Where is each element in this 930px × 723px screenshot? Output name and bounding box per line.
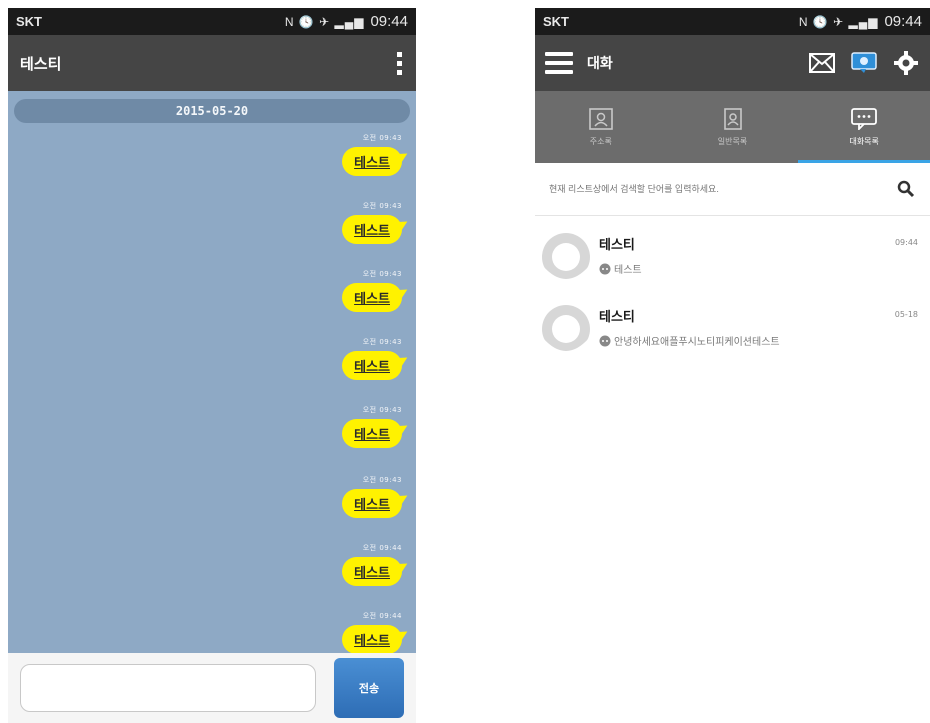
avatar [542, 305, 590, 354]
message-bubble-icon [599, 263, 611, 274]
message-time: 오전 09:43 [362, 406, 402, 414]
tab-label: 주소록 [589, 136, 612, 146]
message-time: 오전 09:43 [362, 338, 402, 346]
conversation-name: 테스티 [599, 310, 635, 325]
app-bar: 대화 [535, 35, 930, 91]
overflow-menu-icon[interactable] [394, 51, 404, 75]
contact-card-icon [723, 107, 742, 130]
conversation-preview: 안녕하세요애플푸시노티피케이션테스트 [614, 337, 780, 348]
conversation-preview: 테스트 [614, 265, 642, 276]
avatar [542, 233, 590, 282]
message-time: 오전 09:43 [362, 134, 402, 142]
conversation-item[interactable]: 테스티 테스트 09:44 [535, 224, 930, 296]
message-item: 오전 09:44 테스트 [332, 611, 402, 653]
date-divider: 2015-05-20 [14, 99, 410, 123]
message-time: 오전 09:44 [362, 544, 402, 552]
search-icon[interactable] [894, 177, 918, 201]
message-bubble[interactable]: 테스트 [342, 215, 402, 244]
message-input[interactable] [20, 664, 316, 712]
message-list[interactable]: 2015-05-20 오전 09:43 테스트 오전 09:43 테스트 오전 … [8, 91, 416, 653]
tab-general-list[interactable]: 일반목록 [667, 91, 799, 163]
message-time: 오전 09:44 [362, 612, 402, 620]
conversation-list: 테스티 테스트 09:44 테스티 안녕하세요애플푸시노티피케이션테스트 05-… [535, 224, 930, 368]
message-bubble[interactable]: 테스트 [342, 489, 402, 518]
chat-header: 테스티 [8, 35, 416, 91]
speech-bubble-icon [851, 107, 878, 130]
message-item: 오전 09:43 테스트 [332, 475, 402, 518]
conversation-item[interactable]: 테스티 안녕하세요애플푸시노티피케이션테스트 05-18 [535, 296, 930, 368]
contact-book-icon [589, 107, 613, 130]
message-bubble[interactable]: 테스트 [342, 283, 402, 312]
message-bubble[interactable]: 테스트 [342, 351, 402, 380]
mail-icon[interactable] [808, 51, 836, 75]
message-bubble[interactable]: 테스트 [342, 147, 402, 176]
message-bubble[interactable]: 테스트 [342, 419, 402, 448]
message-bubble[interactable]: 테스트 [342, 625, 402, 653]
conversation-time: 05-18 [894, 310, 918, 319]
status-bar: SKT N 🕓 ✈ ▂▄▆ 09:44 [8, 8, 416, 35]
send-button[interactable]: 전송 [334, 658, 404, 718]
message-item: 오전 09:43 테스트 [332, 269, 402, 312]
message-item: 오전 09:43 테스트 [332, 133, 402, 176]
status-icons: N 🕓 ✈ ▂▄▆ [798, 14, 879, 29]
message-item: 오전 09:43 테스트 [332, 337, 402, 380]
tab-bar: 주소록 일반목록 대화목록 [535, 91, 930, 163]
clock: 09:44 [370, 13, 408, 30]
carrier-label: SKT [16, 14, 42, 29]
tab-conversations[interactable]: 대화목록 [798, 91, 930, 163]
gear-icon[interactable] [892, 51, 920, 75]
message-time: 오전 09:43 [362, 476, 402, 484]
message-item: 오전 09:43 테스트 [332, 201, 402, 244]
message-time: 오전 09:43 [362, 270, 402, 278]
conversation-name: 테스티 [599, 238, 635, 253]
hamburger-menu-icon[interactable] [545, 52, 573, 74]
conversation-list-screen: SKT N 🕓 ✈ ▂▄▆ 09:44 대화 주소록 일반목록 대화목록 현재 … [535, 8, 930, 723]
chat-title: 테스티 [20, 54, 62, 73]
tab-label: 대화목록 [849, 136, 879, 146]
chat-screen: SKT N 🕓 ✈ ▂▄▆ 09:44 테스티 2015-05-20 오전 09… [8, 8, 416, 723]
tab-label: 일반목록 [717, 136, 748, 146]
message-item: 오전 09:44 테스트 [332, 543, 402, 586]
message-bubble-icon [599, 335, 611, 346]
status-icons: N 🕓 ✈ ▂▄▆ [284, 14, 365, 29]
page-title: 대화 [587, 56, 613, 72]
clock: 09:44 [884, 13, 922, 30]
search-input[interactable] [547, 183, 894, 195]
tab-address-book[interactable]: 주소록 [535, 91, 667, 163]
status-bar: SKT N 🕓 ✈ ▂▄▆ 09:44 [535, 8, 930, 35]
message-time: 오전 09:43 [362, 202, 402, 210]
conversation-time: 09:44 [894, 238, 918, 247]
message-bubble[interactable]: 테스트 [342, 557, 402, 586]
composer-bar: 전송 [8, 653, 416, 723]
carrier-label: SKT [543, 14, 569, 29]
search-bar [535, 163, 930, 216]
chat-bubble-icon[interactable] [850, 51, 878, 75]
message-item: 오전 09:43 테스트 [332, 405, 402, 448]
